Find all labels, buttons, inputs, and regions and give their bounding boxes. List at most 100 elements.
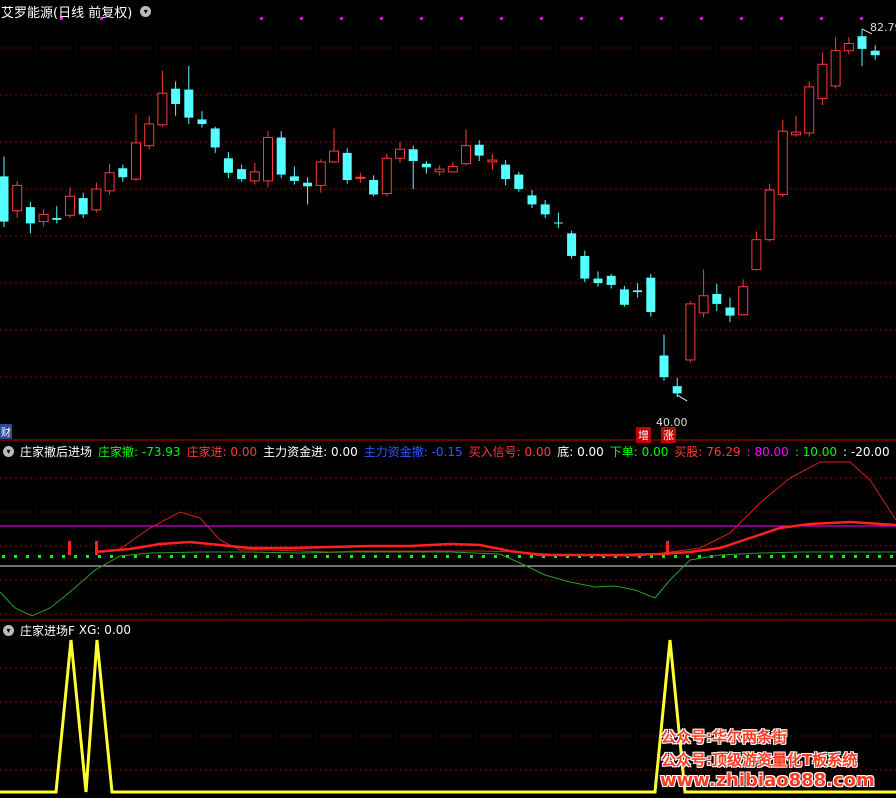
candle-body [817, 63, 828, 100]
level-dot-10 [230, 555, 233, 558]
candle-body [249, 171, 260, 182]
candle-body [315, 161, 326, 186]
series-zhuli-jin [94, 520, 896, 557]
side-tab-finance[interactable]: 财 [0, 424, 12, 439]
level-dot-10 [326, 555, 329, 558]
panel3-value: XG: 0.00 [78, 623, 132, 637]
level-dot-10 [290, 555, 293, 558]
level-dot-10 [62, 555, 65, 558]
level-dot-10 [806, 555, 809, 558]
level-dot-10 [782, 555, 785, 558]
candle-body [830, 50, 841, 87]
panel2-indicator-values: 庄家撤: -73.93 庄家进: 0.00 主力资金进: 0.00 主力资金撤: -0… [98, 443, 896, 460]
top-marker [620, 17, 623, 20]
watermark-line3: www.zhibiao888.com [660, 770, 875, 791]
level-dot-10 [254, 555, 257, 558]
candle-body [633, 290, 643, 293]
top-marker [580, 17, 583, 20]
level-dot-10 [86, 555, 89, 558]
level-dot-10 [410, 555, 413, 558]
indicator-value: 庄家进: 0.00 [186, 444, 258, 459]
level-dot-10 [218, 555, 221, 558]
top-marker [420, 17, 423, 20]
candle-body [157, 92, 168, 126]
panel1-header: 艾罗能源(日线 前复权) ▾ [0, 2, 157, 21]
candle-body [751, 239, 762, 271]
candle-body [434, 168, 445, 173]
candle-body [804, 86, 815, 134]
level-dot-10 [50, 555, 53, 558]
candle-body [210, 128, 220, 148]
indicator-value: : 80.00 [746, 444, 789, 459]
level-dot-10 [734, 555, 737, 558]
level-dot-10 [398, 555, 401, 558]
candle-body [369, 180, 379, 195]
candle-body [329, 150, 339, 163]
level-dot-10 [758, 555, 761, 558]
level-dot-10 [722, 555, 725, 558]
candle-body [289, 176, 299, 181]
candle-body [25, 207, 35, 224]
level-dot-10 [374, 555, 377, 558]
level-dot-10 [386, 555, 389, 558]
top-marker [340, 17, 343, 20]
level-dot-10 [494, 555, 497, 558]
panel3-header: ▾ 庄家进场F XG: 0.00 [0, 621, 137, 639]
top-marker [860, 17, 863, 20]
chevron-down-icon[interactable]: ▾ [3, 624, 14, 636]
candle-body [223, 158, 233, 173]
tag-zhang: 涨 [661, 427, 676, 443]
candle-body [540, 204, 550, 215]
candle-body [381, 157, 392, 195]
level-dot-10 [878, 555, 881, 558]
level-dot-10 [194, 555, 197, 558]
candle-body [857, 36, 867, 49]
level-dot-10 [98, 555, 101, 558]
chevron-down-icon[interactable]: ▾ [3, 445, 14, 457]
candle-body [12, 184, 23, 212]
top-marker [460, 17, 463, 20]
candle-body [91, 188, 102, 211]
candle-body [843, 42, 854, 52]
level-dot-10 [686, 555, 689, 558]
level-dot-10 [422, 555, 425, 558]
candle-body [659, 355, 669, 378]
top-marker [820, 17, 823, 20]
candle-body [791, 131, 801, 136]
tag-zeng: 增 [636, 427, 651, 443]
candle-body [395, 148, 405, 159]
candle-body [263, 137, 273, 182]
level-dot-10 [14, 555, 17, 558]
candle-body [501, 164, 511, 180]
candle-body [764, 189, 775, 241]
level-dot-10 [278, 555, 281, 558]
level-dot-10 [890, 555, 893, 558]
candle-body [131, 142, 141, 180]
level-dot-10 [482, 555, 485, 558]
top-marker [380, 17, 383, 20]
signal-bar [68, 541, 71, 555]
level-dot-10 [530, 555, 533, 558]
level-dot-10 [746, 555, 749, 558]
level-dot-10 [434, 555, 437, 558]
candle-body [712, 293, 722, 304]
top-marker [700, 17, 703, 20]
signal-bar [95, 541, 98, 555]
candle-body [184, 89, 194, 118]
candle-body [65, 195, 75, 216]
level-dot-10 [470, 555, 473, 558]
level-dot-10 [338, 555, 341, 558]
chevron-down-icon[interactable]: ▾ [140, 5, 152, 17]
top-marker [540, 17, 543, 20]
level-dot-10 [794, 555, 797, 558]
top-marker [660, 17, 663, 20]
level-dot-10 [302, 555, 305, 558]
level-dot-10 [770, 555, 773, 558]
candle-body [355, 176, 366, 179]
level-dot-10 [662, 555, 665, 558]
candle-body [303, 182, 313, 187]
level-dot-10 [158, 555, 161, 558]
candle-body [118, 168, 128, 178]
candle-body [197, 119, 207, 124]
candle-body [619, 289, 629, 305]
